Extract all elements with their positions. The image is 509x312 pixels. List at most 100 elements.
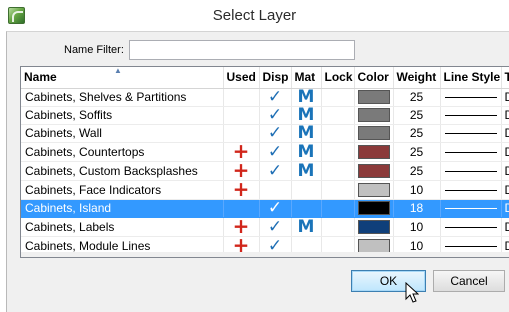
layer-name: Cabinets, Face Indicators — [25, 182, 162, 197]
cell-name[interactable]: Cabinets, Wall — [21, 124, 224, 143]
cell-disp[interactable]: ✓ — [259, 88, 292, 107]
cell-name[interactable]: Cabinets, Face Indicators — [21, 180, 224, 200]
cell-used[interactable]: + — [223, 142, 260, 162]
cell-type[interactable]: D — [501, 124, 509, 143]
cell-type[interactable]: D — [501, 88, 509, 107]
cell-mat[interactable] — [291, 199, 322, 218]
cell-mat[interactable]: M — [291, 161, 322, 181]
column-header-line-style[interactable]: Line Style — [440, 67, 502, 89]
cell-used[interactable]: + — [223, 161, 260, 181]
horizontal-scrollbar[interactable] — [21, 252, 509, 257]
cell-mat[interactable]: M — [291, 217, 322, 237]
column-header-weight[interactable]: Weight — [393, 67, 441, 89]
cell-line-style[interactable] — [440, 88, 502, 107]
cell-color[interactable] — [354, 142, 394, 162]
cell-color[interactable] — [354, 124, 394, 143]
cell-used[interactable] — [223, 106, 260, 125]
cell-lock[interactable] — [321, 161, 355, 181]
cell-lock[interactable] — [321, 88, 355, 107]
cell-color[interactable] — [354, 180, 394, 200]
cell-name[interactable]: Cabinets, Shelves & Partitions — [21, 88, 224, 107]
cell-name[interactable]: Cabinets, Labels — [21, 217, 224, 237]
table-row[interactable]: Cabinets, Labels + ✓ M 10 D — [21, 217, 509, 237]
table-row[interactable]: Cabinets, Shelves & Partitions ✓ M 25 D — [21, 88, 509, 107]
cell-color[interactable] — [354, 161, 394, 181]
cell-weight[interactable]: 25 — [393, 124, 441, 143]
cancel-button[interactable]: Cancel — [433, 270, 505, 292]
cell-line-style[interactable] — [440, 217, 502, 237]
cell-line-style[interactable] — [440, 124, 502, 143]
cell-lock[interactable] — [321, 124, 355, 143]
cell-color[interactable] — [354, 199, 394, 218]
cell-weight[interactable]: 10 — [393, 180, 441, 200]
cell-disp[interactable]: ✓ — [259, 106, 292, 125]
column-header-lock[interactable]: Lock — [321, 67, 355, 89]
cell-weight[interactable]: 10 — [393, 217, 441, 237]
layer-name: Cabinets, Module Lines — [25, 238, 151, 253]
cell-color[interactable] — [354, 106, 394, 125]
line-weight-value: 25 — [409, 108, 424, 122]
cell-weight[interactable]: 25 — [393, 88, 441, 107]
cell-type[interactable]: D — [501, 199, 509, 218]
line-style-sample — [444, 133, 497, 135]
table-row[interactable]: Cabinets, Soffits ✓ M 25 D — [21, 106, 509, 125]
cell-used[interactable]: + — [223, 217, 260, 237]
cell-lock[interactable] — [321, 180, 355, 200]
cell-line-style[interactable] — [440, 106, 502, 125]
cell-disp[interactable]: ✓ — [259, 199, 292, 218]
color-swatch — [357, 201, 390, 216]
cell-mat[interactable] — [291, 180, 322, 200]
table-row[interactable]: Cabinets, Countertops + ✓ M 25 D — [21, 142, 509, 162]
cell-name[interactable]: Cabinets, Custom Backsplashes — [21, 161, 224, 181]
column-header-disp[interactable]: Disp — [259, 67, 292, 89]
cell-weight[interactable]: 25 — [393, 161, 441, 181]
column-header-mat[interactable]: Mat — [291, 67, 322, 89]
table-row[interactable]: Cabinets, Island ✓ 18 D — [21, 199, 509, 218]
title-bar[interactable]: Select Layer — [0, 0, 509, 31]
cell-line-style[interactable] — [440, 161, 502, 181]
cell-type[interactable]: D — [501, 217, 509, 237]
cell-mat[interactable]: M — [291, 124, 322, 143]
cell-type[interactable]: D — [501, 161, 509, 181]
cell-type[interactable]: D — [501, 180, 509, 200]
cell-lock[interactable] — [321, 217, 355, 237]
cell-lock[interactable] — [321, 142, 355, 162]
cell-line-style[interactable] — [440, 142, 502, 162]
cell-color[interactable] — [354, 88, 394, 107]
cell-weight[interactable]: 25 — [393, 106, 441, 125]
cell-name[interactable]: Cabinets, Soffits — [21, 106, 224, 125]
cell-type[interactable]: D — [501, 142, 509, 162]
cell-disp[interactable]: ✓ — [259, 161, 292, 181]
column-header-type[interactable]: T — [501, 67, 509, 89]
column-header-used[interactable]: Used — [223, 67, 260, 89]
cell-name[interactable]: Cabinets, Countertops — [21, 142, 224, 162]
cell-disp[interactable] — [259, 180, 292, 200]
cell-mat[interactable]: M — [291, 88, 322, 107]
cell-disp[interactable]: ✓ — [259, 142, 292, 162]
cell-used[interactable] — [223, 124, 260, 143]
cell-weight[interactable]: 25 — [393, 142, 441, 162]
cell-used[interactable] — [223, 199, 260, 218]
cell-mat[interactable]: M — [291, 106, 322, 125]
cell-disp[interactable]: ✓ — [259, 217, 292, 237]
cell-disp[interactable]: ✓ — [259, 124, 292, 143]
cell-line-style[interactable] — [440, 199, 502, 218]
column-header-color[interactable]: Color — [354, 67, 394, 89]
cell-mat[interactable]: M — [291, 142, 322, 162]
name-filter-input[interactable] — [129, 40, 355, 60]
table-row[interactable]: Cabinets, Custom Backsplashes + ✓ M 25 D — [21, 161, 509, 181]
cell-name[interactable]: Cabinets, Island — [21, 199, 224, 218]
cell-used[interactable]: + — [223, 180, 260, 200]
cell-weight[interactable]: 18 — [393, 199, 441, 218]
table-row[interactable]: Cabinets, Wall ✓ M 25 D — [21, 124, 509, 143]
cell-used[interactable] — [223, 88, 260, 107]
cell-color[interactable] — [354, 217, 394, 237]
cell-lock[interactable] — [321, 106, 355, 125]
cell-lock[interactable] — [321, 199, 355, 218]
table-row[interactable]: Cabinets, Face Indicators +10 D — [21, 180, 509, 200]
cell-line-style[interactable] — [440, 180, 502, 200]
column-header-name[interactable]: Name ▲ — [21, 67, 224, 89]
cell-type[interactable]: D — [501, 106, 509, 125]
line-style-sample — [444, 115, 497, 117]
layer-table[interactable]: Name ▲ Used Disp Mat Lock Color Weight Li… — [20, 66, 509, 258]
